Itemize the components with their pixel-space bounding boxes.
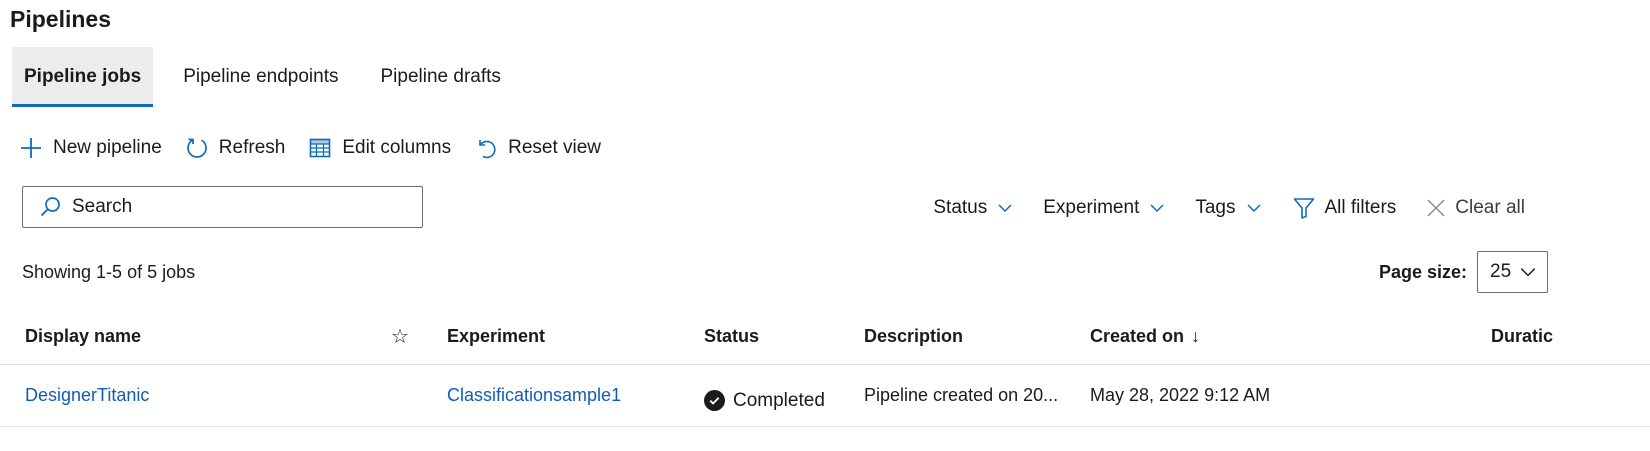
tab-bar: Pipeline jobs Pipeline endpoints Pipelin… bbox=[12, 47, 531, 107]
column-header-display-name[interactable]: Display name bbox=[25, 308, 365, 364]
table-row[interactable]: DesignerTitanic Classificationsample1 Co… bbox=[0, 365, 1650, 427]
chevron-down-icon bbox=[1246, 200, 1262, 216]
star-icon[interactable]: ☆ bbox=[386, 308, 414, 364]
plus-icon bbox=[18, 135, 44, 161]
toolbar: New pipeline Refresh Edit columns Reset … bbox=[18, 132, 623, 164]
filter-funnel-icon bbox=[1292, 196, 1316, 220]
edit-columns-button[interactable]: Edit columns bbox=[307, 135, 451, 161]
page-size-control: Page size: 25 bbox=[1379, 251, 1548, 293]
page-title: Pipelines bbox=[10, 6, 111, 32]
row-duration bbox=[1491, 365, 1650, 426]
status-filter-label: Status bbox=[933, 197, 988, 218]
refresh-icon bbox=[184, 135, 210, 161]
column-header-experiment[interactable]: Experiment bbox=[447, 308, 687, 364]
created-on-label: Created on bbox=[1090, 325, 1185, 346]
filter-bar: Status Experiment Tags All filters Clear… bbox=[903, 193, 1525, 223]
chevron-down-icon bbox=[997, 200, 1013, 216]
search-input[interactable] bbox=[72, 196, 392, 218]
experiment-filter[interactable]: Experiment bbox=[1043, 197, 1165, 219]
all-filters-button[interactable]: All filters bbox=[1292, 196, 1397, 220]
column-header-description[interactable]: Description bbox=[864, 308, 1074, 364]
clear-all-button[interactable]: Clear all bbox=[1426, 197, 1525, 219]
row-status: Completed bbox=[704, 365, 854, 426]
page-size-label: Page size: bbox=[1378, 261, 1467, 282]
checkmark-circle-icon bbox=[704, 390, 725, 411]
tab-pipeline-drafts[interactable]: Pipeline drafts bbox=[369, 47, 513, 107]
row-description: Pipeline created on 20... bbox=[864, 385, 1059, 405]
tab-pipeline-jobs[interactable]: Pipeline jobs bbox=[12, 47, 154, 107]
reset-view-button[interactable]: Reset view bbox=[473, 135, 601, 161]
column-header-status[interactable]: Status bbox=[704, 308, 854, 364]
sort-descending-icon: ↓ bbox=[1191, 325, 1201, 346]
row-created-on: May 28, 2022 9:12 AM bbox=[1090, 385, 1271, 405]
column-header-duration[interactable]: Duratic bbox=[1491, 308, 1650, 364]
tab-pipeline-endpoints[interactable]: Pipeline endpoints bbox=[171, 47, 350, 107]
pipeline-jobs-table: Display name ☆ Experiment Status Descrip… bbox=[0, 308, 1650, 427]
tags-filter[interactable]: Tags bbox=[1195, 197, 1261, 219]
status-filter[interactable]: Status bbox=[933, 197, 1013, 219]
table-header: Display name ☆ Experiment Status Descrip… bbox=[0, 308, 1650, 365]
new-pipeline-button[interactable]: New pipeline bbox=[18, 135, 162, 161]
all-filters-label: All filters bbox=[1324, 197, 1397, 218]
row-experiment-link[interactable]: Classificationsample1 bbox=[447, 385, 621, 406]
close-icon bbox=[1426, 198, 1446, 218]
search-box[interactable] bbox=[22, 186, 423, 228]
edit-columns-label: Edit columns bbox=[342, 137, 452, 158]
row-display-name-link[interactable]: DesignerTitanic bbox=[25, 385, 149, 406]
reset-icon bbox=[473, 135, 499, 161]
chevron-down-icon bbox=[1149, 200, 1165, 216]
column-header-created-on[interactable]: Created on ↓ bbox=[1090, 308, 1450, 364]
page-size-select[interactable]: 25 bbox=[1477, 251, 1548, 293]
clear-all-label: Clear all bbox=[1455, 197, 1525, 218]
reset-view-label: Reset view bbox=[508, 137, 602, 158]
tags-filter-label: Tags bbox=[1195, 197, 1236, 218]
refresh-label: Refresh bbox=[218, 137, 286, 158]
search-icon bbox=[38, 195, 62, 219]
table-columns-icon bbox=[307, 135, 333, 161]
results-count: Showing 1-5 of 5 jobs bbox=[22, 262, 196, 282]
refresh-button[interactable]: Refresh bbox=[184, 135, 286, 161]
new-pipeline-label: New pipeline bbox=[53, 137, 162, 158]
row-status-text: Completed bbox=[733, 389, 825, 411]
page-size-value: 25 bbox=[1490, 261, 1512, 282]
chevron-down-icon bbox=[1519, 263, 1537, 281]
experiment-filter-label: Experiment bbox=[1043, 197, 1140, 218]
